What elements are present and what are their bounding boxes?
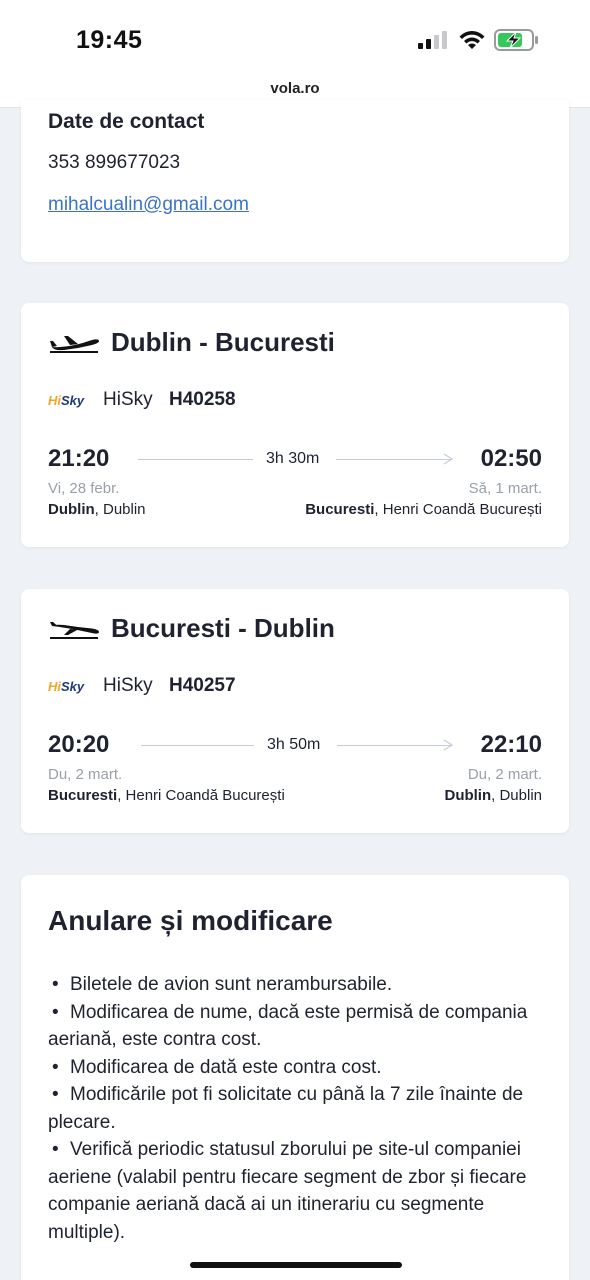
list-item: Modificarea de nume, dacă este permisă d… xyxy=(48,999,548,1054)
departure-time: 20:20 xyxy=(48,731,110,758)
departure-place: Dublin, Dublin xyxy=(48,501,146,518)
airplane-landing-icon xyxy=(50,622,99,639)
airline-name: HiSky xyxy=(103,675,153,696)
flight-card-outbound: Dublin - Bucuresti HiSky HiSky H40258 21… xyxy=(21,303,569,547)
contact-card: Date de contact 353 899677023 mihalcuali… xyxy=(21,100,569,262)
cellular-signal-icon xyxy=(418,31,447,49)
list-item: Modificarea de dată este contra cost. xyxy=(48,1054,548,1082)
list-item: Verifică periodic statusul zborului pe s… xyxy=(48,1136,548,1246)
cancellation-title: Anulare și modificare xyxy=(48,905,333,936)
route-line xyxy=(141,745,254,746)
contact-title: Date de contact xyxy=(48,110,205,133)
route-title: Bucuresti - Dublin xyxy=(111,613,335,643)
airline-name: HiSky xyxy=(103,389,153,410)
airplane-takeoff-icon xyxy=(50,336,99,353)
departure-time: 21:20 xyxy=(48,445,110,472)
route-title: Dublin - Bucuresti xyxy=(111,327,335,357)
contact-email-link[interactable]: mihalcualin@gmail.com xyxy=(48,194,249,216)
airline-logo: HiSky xyxy=(48,393,85,408)
status-bar: 19:45 xyxy=(0,0,590,78)
contact-phone: 353 899677023 xyxy=(48,152,181,173)
arrival-place: Dublin, Dublin xyxy=(444,787,542,804)
arrival-place: Bucuresti, Henri Coandă București xyxy=(305,501,542,518)
status-time: 19:45 xyxy=(76,26,143,54)
flight-card-return: Bucuresti - Dublin HiSky HiSky H40257 20… xyxy=(21,589,569,833)
departure-place: Bucuresti, Henri Coandă București xyxy=(48,787,285,804)
url-text: vola.ro xyxy=(270,80,320,97)
route-line xyxy=(336,459,452,460)
flight-duration: 3h 30m xyxy=(266,450,320,467)
wifi-icon xyxy=(459,31,485,49)
arrival-date: Du, 2 mart. xyxy=(467,766,542,783)
flight-duration: 3h 50m xyxy=(267,736,321,753)
arrival-time: 02:50 xyxy=(480,445,542,472)
arrival-date: Să, 1 mart. xyxy=(468,480,542,497)
flight-number: H40257 xyxy=(169,675,236,696)
list-item: Modificările pot fi solicitate cu până l… xyxy=(48,1081,548,1136)
home-indicator[interactable] xyxy=(190,1262,402,1268)
arrow-right-icon xyxy=(443,739,454,751)
route-line xyxy=(337,745,452,746)
airline-logo: HiSky xyxy=(48,679,85,694)
arrow-right-icon xyxy=(443,453,454,465)
list-item: Biletele de avion sunt nerambursabile. xyxy=(48,971,548,999)
arrival-time: 22:10 xyxy=(480,731,542,758)
route-line xyxy=(138,459,253,460)
flight-number: H40258 xyxy=(169,389,236,410)
battery-charging-icon xyxy=(494,29,538,51)
departure-date: Vi, 28 febr. xyxy=(48,480,120,497)
cancellation-card: Anulare și modificare Biletele de avion … xyxy=(21,875,569,1280)
cancellation-rules-list: Biletele de avion sunt nerambursabile. M… xyxy=(48,971,548,1246)
departure-date: Du, 2 mart. xyxy=(48,766,123,783)
